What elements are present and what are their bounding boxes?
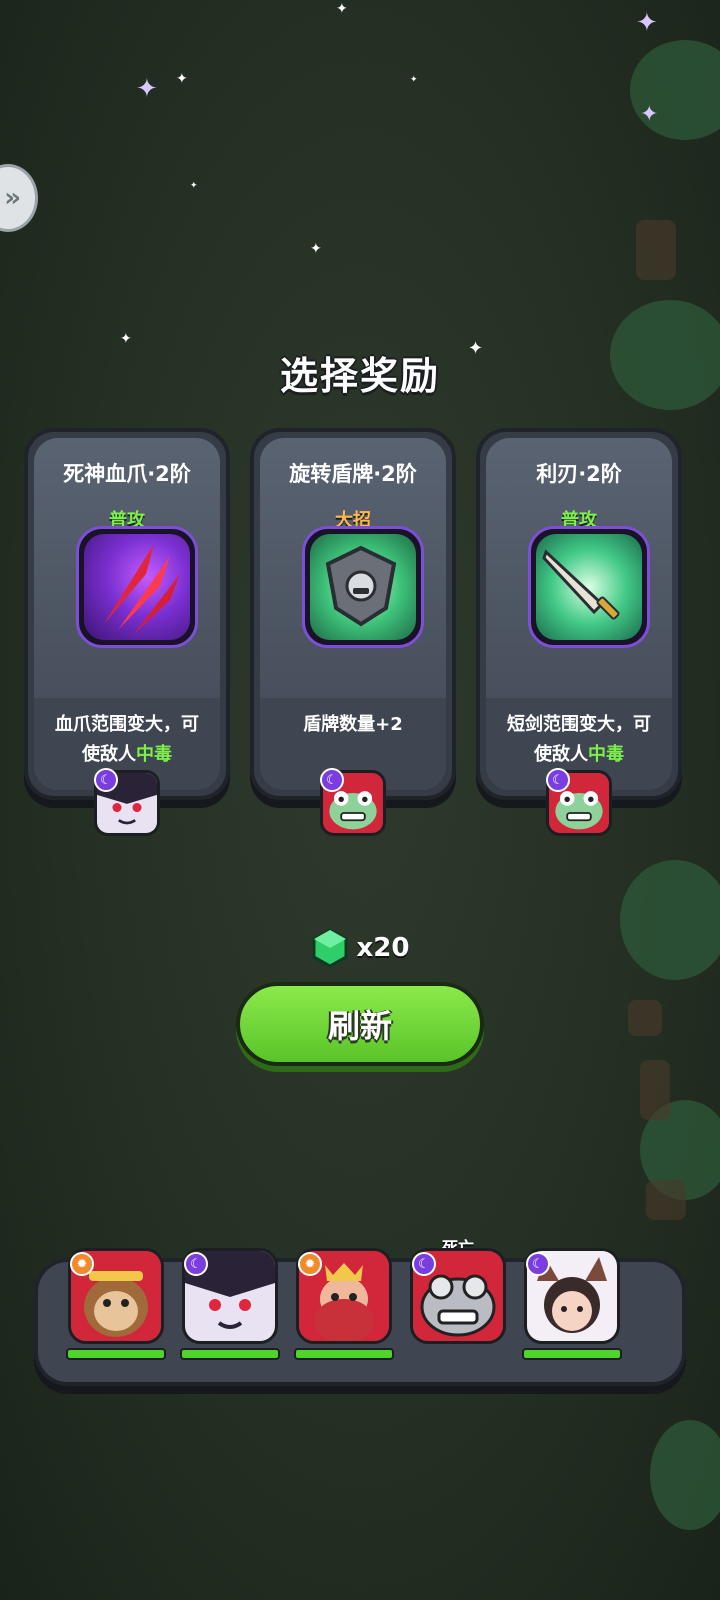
- team-hero-2[interactable]: ☾: [180, 1248, 280, 1360]
- reward-card-3[interactable]: 利刃·2阶 普攻 短剑范围变大，可 使敌人中毒: [476, 428, 682, 800]
- refresh-cost: x20: [0, 928, 720, 968]
- moon-class-icon: ☾: [94, 768, 118, 792]
- hero-hp-bar: [294, 1348, 394, 1360]
- spinning-shield-icon: [302, 526, 424, 648]
- short-sword-icon: [528, 526, 650, 648]
- moon-class-icon: ☾: [546, 768, 570, 792]
- reward-card-1[interactable]: 死神血爪·2阶 普攻 血爪范围变大，可 使敌人中毒: [24, 428, 230, 800]
- gem-count: x20: [356, 933, 410, 963]
- gear-class-icon: ✹: [298, 1252, 322, 1276]
- gear-class-icon: ✹: [70, 1252, 94, 1276]
- reward-description: 盾牌数量+2: [303, 714, 403, 735]
- double-chevron-right-icon: »: [4, 183, 21, 213]
- team-hero-5[interactable]: ☾: [522, 1248, 622, 1360]
- reward-name: 死神血爪·2阶: [63, 462, 191, 486]
- hero-hp-bar: [522, 1348, 622, 1360]
- hero-hp-bar: [66, 1348, 166, 1360]
- blood-claw-icon: [76, 526, 198, 648]
- team-hero-1[interactable]: ✹: [66, 1248, 166, 1360]
- team-hero-3[interactable]: ✹: [294, 1248, 394, 1360]
- page-title: 选择奖励: [279, 354, 440, 398]
- hero-hp-bar: [180, 1348, 280, 1360]
- reward-name: 旋转盾牌·2阶: [289, 462, 417, 486]
- green-gem-icon: [312, 928, 348, 968]
- reward-description: 血爪范围变大，可 使敌人中毒: [55, 714, 199, 765]
- moon-class-icon: ☾: [184, 1252, 208, 1276]
- reward-card-2[interactable]: 旋转盾牌·2阶 大招 盾牌数量+2: [250, 428, 456, 800]
- reward-name: 利刃·2阶: [536, 462, 622, 486]
- team-hero-4[interactable]: ☾: [410, 1248, 506, 1348]
- moon-class-icon: ☾: [526, 1252, 550, 1276]
- refresh-button[interactable]: 刷新: [236, 982, 484, 1066]
- moon-class-icon: ☾: [412, 1252, 436, 1276]
- reward-description: 短剑范围变大，可 使敌人中毒: [507, 714, 651, 765]
- moon-class-icon: ☾: [320, 768, 344, 792]
